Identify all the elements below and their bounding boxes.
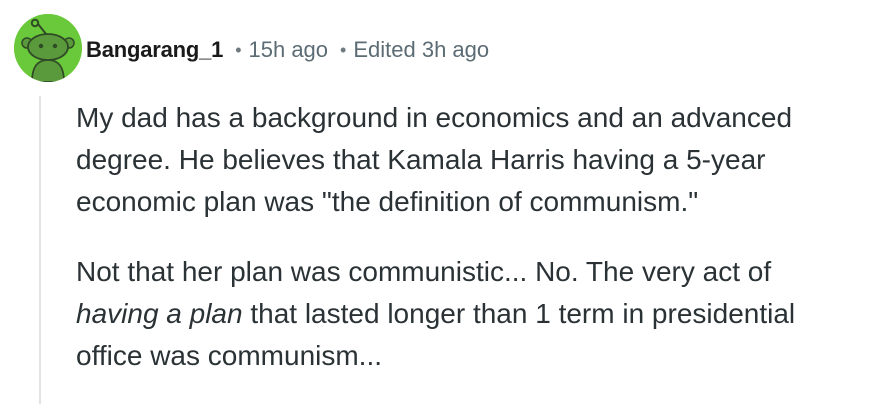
edited-time: Edited 3h ago xyxy=(353,37,490,62)
avatar[interactable] xyxy=(14,14,82,82)
separator-dot: • xyxy=(235,39,242,60)
comment-meta: Bangarang_1 • 15h ago • Edited 3h ago xyxy=(86,33,489,67)
comment-paragraph: My dad has a background in economics and… xyxy=(76,97,866,223)
snoo-avatar-icon xyxy=(14,14,82,82)
comment: Bangarang_1 • 15h ago • Edited 3h ago My… xyxy=(0,0,870,404)
comment-line: Not that her plan was communistic... No.… xyxy=(76,256,772,287)
separator-dot: • xyxy=(340,39,347,60)
thread-collapse-line[interactable] xyxy=(39,96,41,404)
comment-line: My dad has a background in economics and… xyxy=(76,102,793,133)
comment-body: My dad has a background in economics and… xyxy=(76,97,866,377)
comment-paragraph: Not that her plan was communistic... No.… xyxy=(76,251,866,377)
emphasized-text: having a plan xyxy=(76,298,243,329)
posted-time[interactable]: 15h ago xyxy=(249,37,329,63)
comment-line: office was communism... xyxy=(76,340,383,371)
comment-line: degree. He believes that Kamala Harris h… xyxy=(76,144,766,175)
author-username[interactable]: Bangarang_1 xyxy=(86,37,223,63)
comment-line: economic plan was "the definition of com… xyxy=(76,186,699,217)
comment-line: that lasted longer than 1 term in presid… xyxy=(242,298,796,329)
